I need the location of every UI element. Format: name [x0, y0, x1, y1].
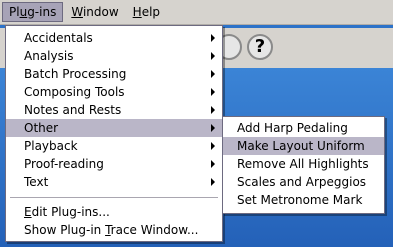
submenu-arrow-icon	[211, 124, 215, 132]
submenu-arrow-icon	[211, 88, 215, 96]
submenu-arrow-icon	[211, 178, 215, 186]
menu-item-playback[interactable]: Playback	[6, 137, 222, 155]
menu-item-accidentals[interactable]: Accidentals	[6, 29, 222, 47]
submenu-item-remove-all-highlights[interactable]: Remove All Highlights	[223, 155, 384, 173]
menu-item-composing-tools[interactable]: Composing Tools	[6, 83, 222, 101]
submenu-arrow-icon	[211, 52, 215, 60]
menu-item-text[interactable]: Text	[6, 173, 222, 191]
submenu-item-add-harp-pedaling[interactable]: Add Harp Pedaling	[223, 119, 384, 137]
menu-item-notes-and-rests[interactable]: Notes and Rests	[6, 101, 222, 119]
menu-item-analysis[interactable]: Analysis	[6, 47, 222, 65]
menubar: Plug-ins Window Help	[0, 0, 393, 25]
menu-item-show-trace-window[interactable]: Show Plug-in Trace Window...	[6, 221, 222, 239]
submenu-arrow-icon	[211, 142, 215, 150]
submenu-item-scales-and-arpeggios[interactable]: Scales and Arpeggios	[223, 173, 384, 191]
submenu-arrow-icon	[211, 106, 215, 114]
help-icon[interactable]: ?	[247, 34, 273, 60]
other-submenu: Add Harp Pedaling Make Layout Uniform Re…	[222, 116, 385, 214]
menu-item-edit-plugins[interactable]: Edit Plug-ins...	[6, 203, 222, 221]
menu-separator	[10, 197, 218, 198]
submenu-item-make-layout-uniform[interactable]: Make Layout Uniform	[223, 137, 384, 155]
menu-item-batch-processing[interactable]: Batch Processing	[6, 65, 222, 83]
menu-help[interactable]: Help	[127, 2, 166, 22]
plugins-dropdown: Accidentals Analysis Batch Processing Co…	[5, 25, 223, 242]
menu-window[interactable]: Window	[65, 2, 124, 22]
submenu-arrow-icon	[211, 70, 215, 78]
menu-item-proof-reading[interactable]: Proof-reading	[6, 155, 222, 173]
menu-item-other[interactable]: Other	[6, 119, 222, 137]
submenu-arrow-icon	[211, 34, 215, 42]
submenu-arrow-icon	[211, 160, 215, 168]
submenu-item-set-metronome-mark[interactable]: Set Metronome Mark	[223, 191, 384, 209]
menu-plugins[interactable]: Plug-ins	[2, 2, 64, 22]
